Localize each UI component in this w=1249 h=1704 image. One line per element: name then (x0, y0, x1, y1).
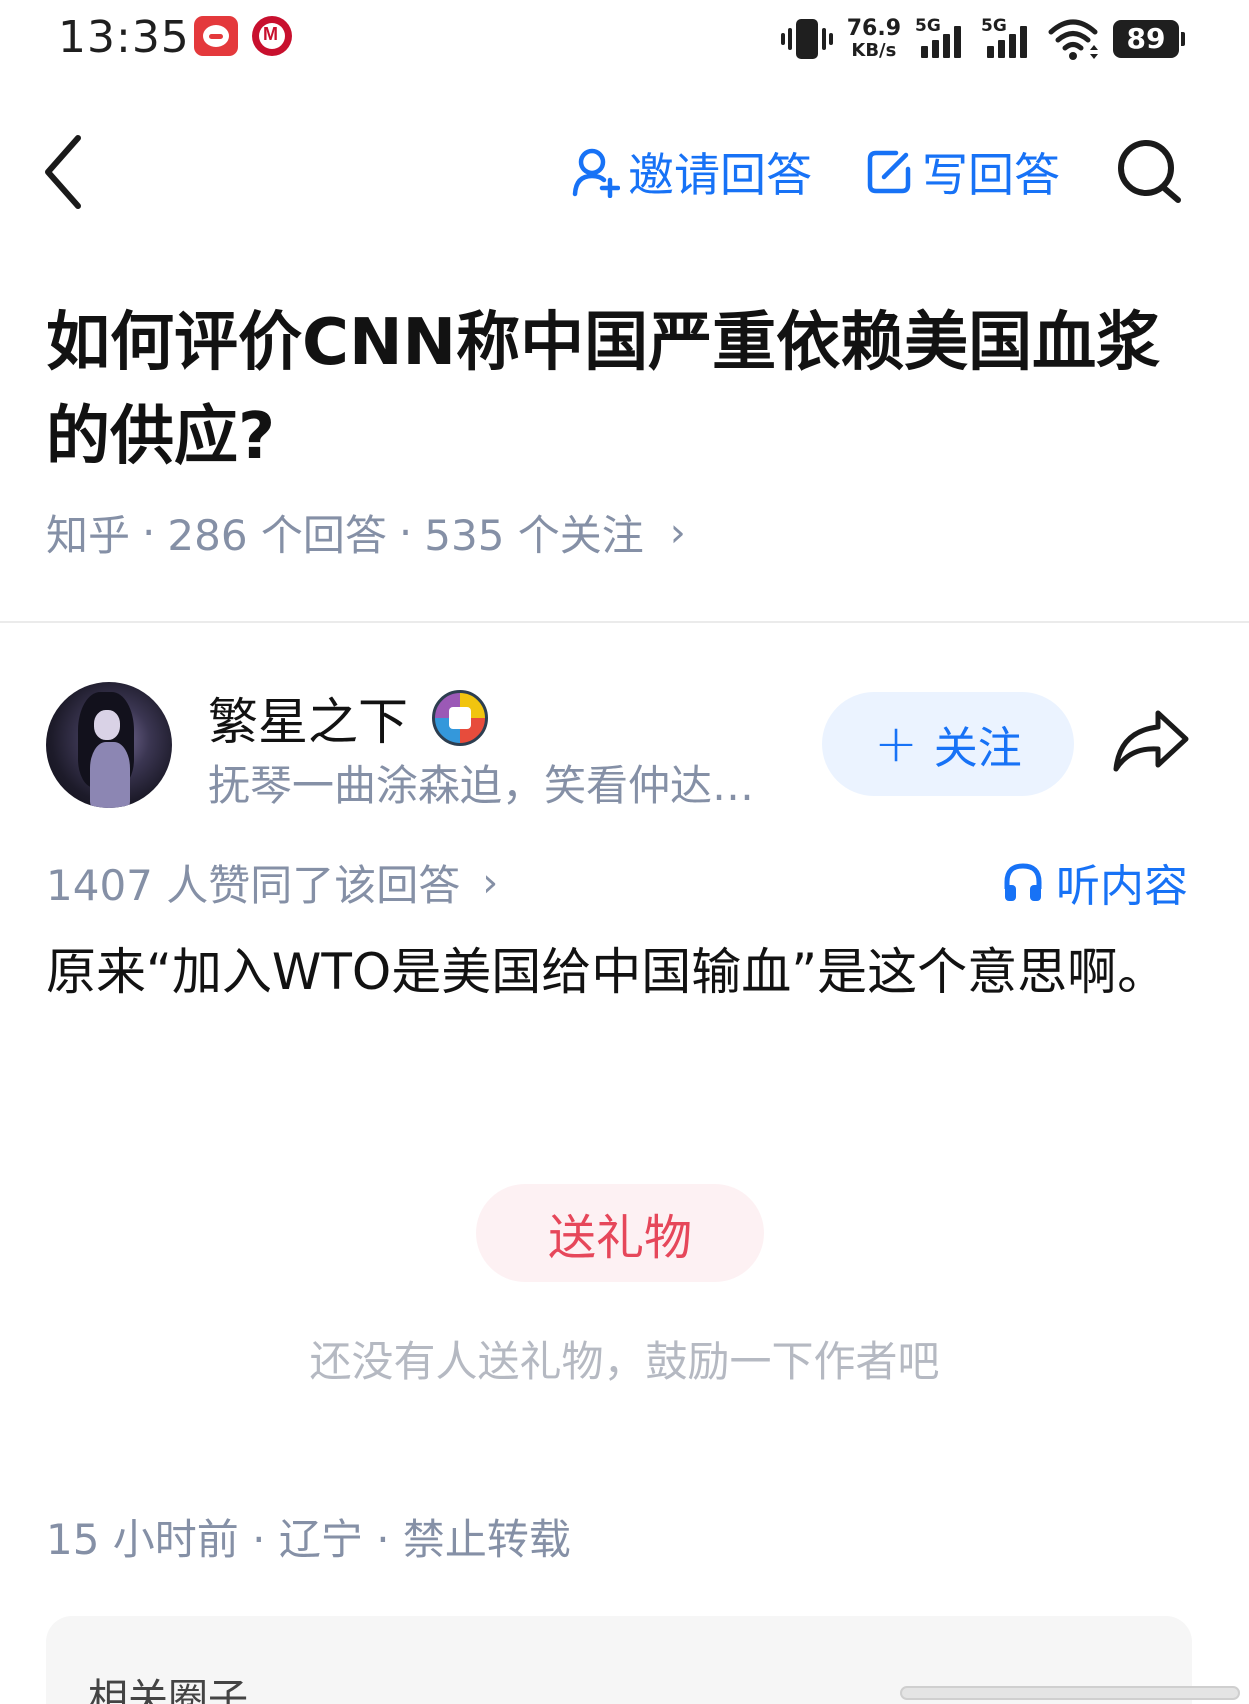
invite-answer-label: 邀请回答 (628, 148, 812, 202)
write-answer-button[interactable]: 写回答 (866, 142, 1060, 202)
sim1-label: 5G (915, 16, 941, 36)
author-bio: 抚琴一曲涂森迫，笑看仲达… (208, 761, 755, 810)
edit-icon (867, 150, 911, 194)
headphones-icon (1004, 863, 1042, 901)
vote-summary[interactable]: 1407 人赞同了该回答 › (46, 852, 498, 913)
search-icon[interactable] (1114, 136, 1186, 208)
cmb-bank-icon (252, 16, 292, 56)
net-speed: 76.9 KB/s (847, 18, 901, 60)
invite-user-icon (572, 148, 620, 198)
related-circles-title: 相关圈子 (88, 1676, 248, 1704)
listen-button[interactable]: 听内容 (1002, 850, 1188, 914)
divider (0, 621, 1249, 623)
follow-button[interactable]: + 关注 (822, 692, 1074, 796)
floating-pill (900, 1686, 1240, 1700)
follower-count: 535 个关注 (424, 511, 644, 560)
invite-answer-button[interactable]: 邀请回答 (572, 142, 812, 202)
signal-sim2-icon: 5G (981, 16, 1033, 62)
separator-dot: · (398, 508, 413, 557)
answer-meta: 15 小时前 · 辽宁 · 禁止转载 (46, 1515, 571, 1564)
chevron-right-icon: › (482, 859, 499, 906)
net-speed-value: 76.9 (846, 16, 901, 41)
answer-content: 原来“加入WTO是美国给中国输血”是这个意思啊。 (46, 943, 1168, 1001)
wifi-icon (1048, 19, 1098, 60)
author-avatar[interactable] (46, 682, 172, 808)
back-button[interactable] (40, 132, 96, 212)
follow-label: 关注 (933, 723, 1022, 774)
net-speed-unit: KB/s (851, 40, 897, 61)
jd-app-icon (194, 16, 238, 56)
question-source: 知乎 (46, 511, 131, 560)
badge-icon (432, 690, 488, 746)
question-meta[interactable]: 知乎 · 286 个回答 · 535 个关注 › (46, 502, 686, 563)
plus-icon: + (874, 714, 918, 774)
gift-empty-note: 还没有人送礼物，鼓励一下作者吧 (309, 1337, 940, 1386)
battery-indicator: 89 (1113, 20, 1185, 58)
status-indicators: 76.9 KB/s 5G 5G 89 (780, 12, 1185, 66)
separator-dot: · (142, 508, 156, 557)
status-time: 13:35 (58, 12, 190, 63)
question-title[interactable]: 如何评价CNN称中国严重依赖美国血浆的供应? (46, 296, 1206, 484)
chevron-right-icon: › (669, 509, 686, 556)
author-name: 繁星之下 (208, 693, 408, 751)
signal-sim1-icon: 5G (915, 16, 967, 62)
screen: 13:35 76.9 KB/s 5G 5G (0, 0, 1249, 1704)
write-answer-label: 写回答 (922, 148, 1060, 202)
share-icon[interactable] (1110, 705, 1192, 777)
vibrate-icon (780, 16, 833, 62)
vote-count: 1407 人赞同了该回答 (46, 861, 461, 910)
answer-count: 286 个回答 (167, 511, 387, 560)
send-gift-button[interactable]: 送礼物 (476, 1184, 764, 1282)
listen-label: 听内容 (1056, 861, 1188, 912)
top-nav-bar: 邀请回答 写回答 (0, 100, 1249, 250)
status-bar: 13:35 76.9 KB/s 5G 5G (0, 0, 1249, 78)
sim2-label: 5G (981, 16, 1007, 36)
author-name-row[interactable]: 繁星之下 (208, 682, 488, 754)
